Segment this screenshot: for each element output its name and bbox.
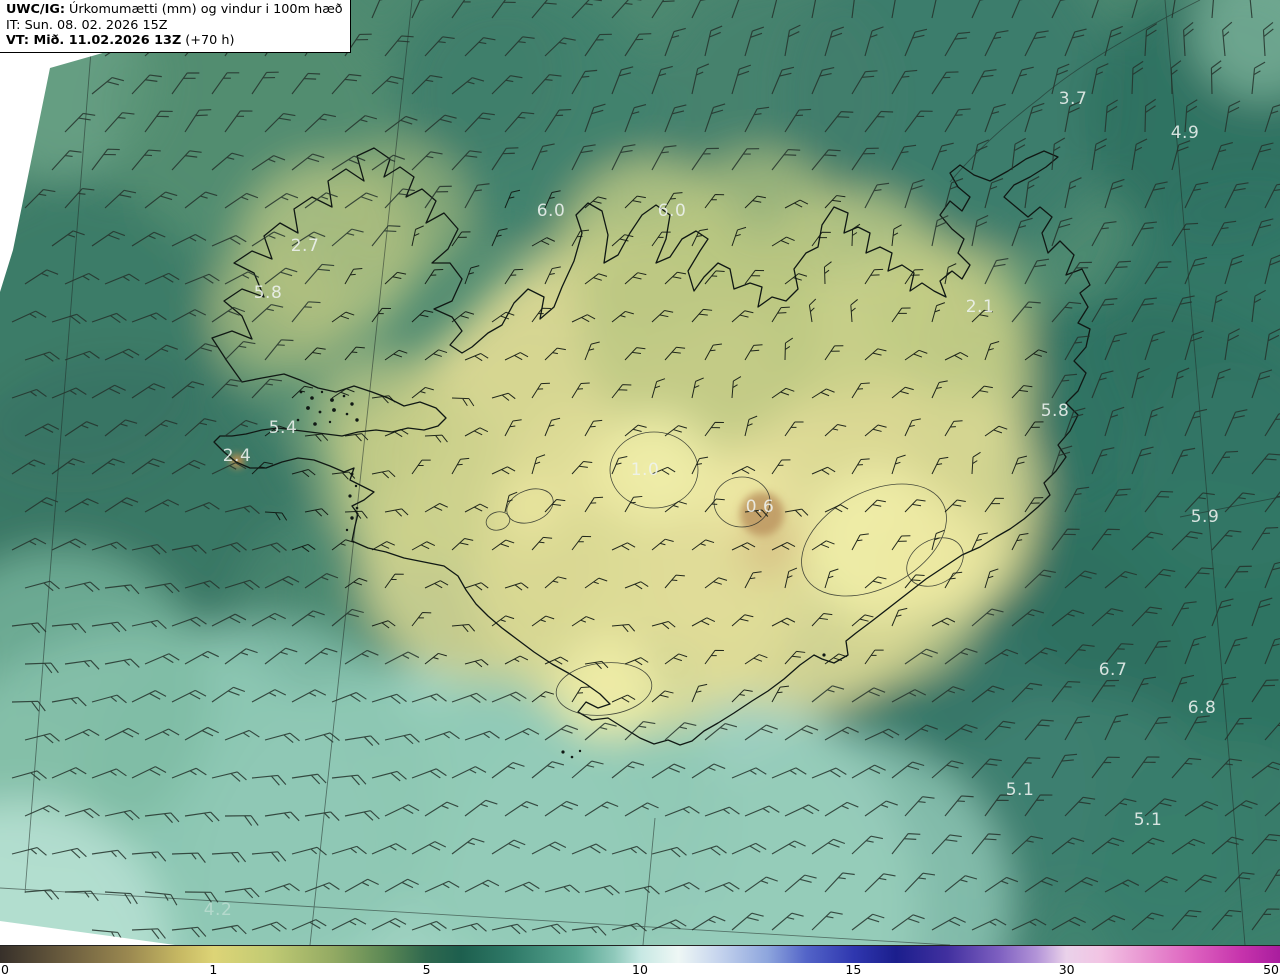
product-label: UWC/IG: — [6, 2, 65, 17]
title-line-product: UWC/IG: Úrkomumætti (mm) og vindur i 100… — [6, 2, 343, 18]
valid-label: VT: Mið. 11.02.2026 13Z — [6, 33, 182, 48]
weather-map-page: 6.0 6.0 3.7 4.9 2.7 5.8 2.1 5.4 2.4 1.0 0.6 5.8 5.9 6… — [0, 0, 1280, 978]
map-canvas: 6.0 6.0 3.7 4.9 2.7 5.8 2.1 5.4 2.4 1.0 0.6 5.8 5.9 6… — [0, 0, 1280, 945]
precipitation-colorbar: 0 1 5 10 15 30 50 — [0, 945, 1280, 978]
colorbar-tick-labels: 0 1 5 10 15 30 50 — [0, 963, 1280, 978]
colorbar-tick: 1 — [209, 962, 218, 977]
colorbar-tick: 0 — [1, 962, 9, 977]
title-box: UWC/IG: Úrkomumætti (mm) og vindur i 100… — [0, 0, 351, 53]
colorbar-gradient — [0, 945, 1280, 963]
colorbar-tick: 30 — [1058, 962, 1075, 977]
title-line-valid: VT: Mið. 11.02.2026 13Z (+70 h) — [6, 33, 343, 49]
title-line-init: IT: Sun. 08. 02. 2026 15Z — [6, 17, 168, 33]
colorbar-tick: 15 — [845, 962, 862, 977]
product-text: Úrkomumætti (mm) og vindur i 100m hæð — [64, 2, 343, 17]
colorbar-tick: 10 — [632, 962, 648, 977]
precipitation-field — [0, 0, 1280, 945]
colorbar-tick: 50 — [1263, 962, 1279, 977]
valid-suffix: (+70 h) — [181, 33, 235, 48]
colorbar-tick: 5 — [422, 962, 431, 977]
